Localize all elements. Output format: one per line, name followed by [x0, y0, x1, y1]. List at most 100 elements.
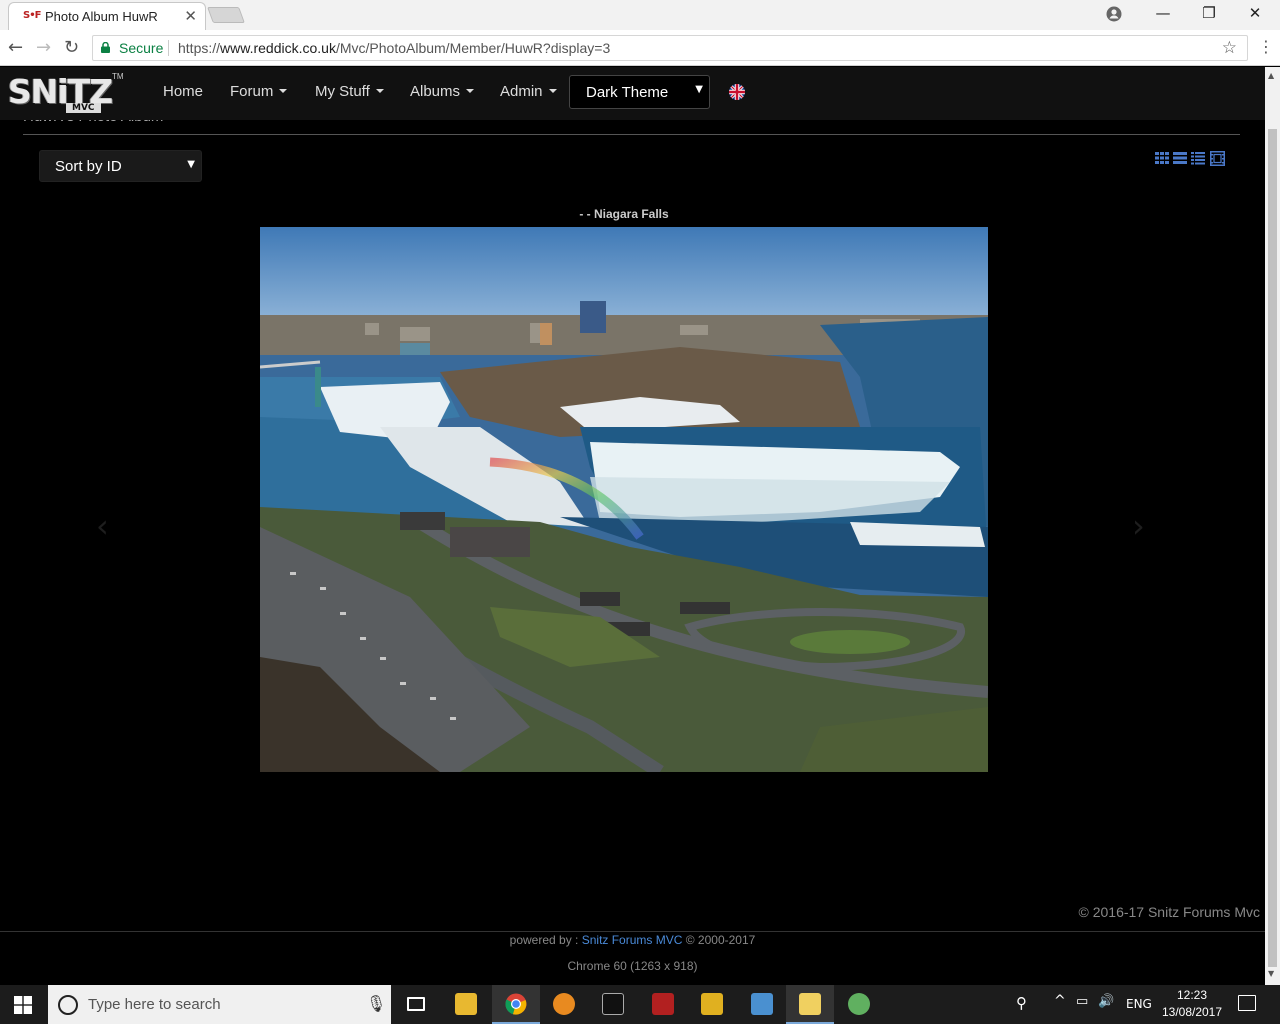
address-bar[interactable]: Secure https://www.reddick.co.uk/Mvc/Pho… — [92, 35, 1248, 61]
select-arrow-icon: ▼ — [695, 84, 703, 95]
forward-arrow-icon[interactable]: → — [36, 37, 51, 58]
nav-admin[interactable]: Admin — [500, 83, 557, 100]
taskbar-search-box[interactable]: Type here to search 🎙 — [48, 985, 391, 1024]
caret-down-icon — [548, 89, 557, 93]
theme-select[interactable]: Dark Theme ▼ — [569, 75, 710, 109]
next-photo-arrow[interactable]: › — [1132, 507, 1145, 545]
tab-close-icon[interactable]: ✕ — [184, 7, 197, 25]
sort-select-value: Sort by ID — [55, 158, 122, 175]
list-view-icon[interactable] — [1173, 151, 1188, 165]
database-icon — [848, 993, 870, 1015]
taskbar-remote-desktop[interactable] — [738, 985, 786, 1024]
profile-icon[interactable] — [1106, 6, 1122, 22]
bookmark-star-icon[interactable]: ☆ — [1222, 38, 1237, 58]
select-arrow-icon: ▼ — [187, 159, 195, 170]
back-arrow-icon[interactable]: ← — [8, 37, 23, 58]
taskbar-app-orange[interactable] — [540, 985, 588, 1024]
logo-mvc-badge: MVC — [66, 103, 101, 113]
sort-select[interactable]: Sort by ID ▼ — [39, 150, 202, 182]
nav-albums[interactable]: Albums — [410, 83, 475, 100]
url-path: /Mvc/PhotoAlbum/Member/HuwR?display=3 — [335, 40, 611, 56]
input-language[interactable]: ENG — [1126, 997, 1152, 1011]
people-icon[interactable]: ⚲ — [1016, 994, 1027, 1012]
theme-select-value: Dark Theme — [586, 84, 669, 101]
taskbar-search-placeholder: Type here to search — [88, 996, 221, 1013]
taskbar-filezilla[interactable] — [639, 985, 687, 1024]
terminal-icon — [602, 993, 624, 1015]
powered-prefix: powered by : — [509, 933, 582, 947]
grid-view-icon[interactable] — [1155, 151, 1170, 165]
browser-info: Chrome 60 (1263 x 918) — [567, 959, 698, 973]
network-icon[interactable]: ▭ — [1076, 994, 1088, 1009]
snitz-forums-link[interactable]: Snitz Forums MVC — [582, 933, 683, 947]
gear-app-icon — [553, 993, 575, 1015]
browser-tab-active[interactable]: S•F Photo Album HuwR ✕ — [8, 2, 206, 30]
logo-trademark: TM — [112, 72, 124, 81]
taskbar-archive-app[interactable] — [688, 985, 736, 1024]
chrome-menu-icon[interactable]: ⋮ — [1258, 37, 1274, 56]
powered-by-line: powered by : Snitz Forums MVC © 2000-201… — [0, 933, 1265, 947]
album-photo[interactable] — [260, 227, 988, 772]
nav-admin-label: Admin — [500, 83, 543, 100]
nav-home[interactable]: Home — [163, 83, 203, 100]
browser-toolbar: ← → ↻ Secure https://www.reddick.co.uk/M… — [0, 30, 1280, 66]
powered-suffix: © 2000-2017 — [682, 933, 756, 947]
detail-list-icon[interactable] — [1191, 151, 1206, 165]
taskbar-clock[interactable]: 12:23 13/08/2017 — [1160, 987, 1224, 1021]
page-viewport: HuwR's Photo Album SNiTZ TM MVC Home For… — [0, 67, 1265, 985]
site-navbar: SNiTZ TM MVC Home Forum My Stuff Albums … — [0, 67, 1265, 120]
copyright-text: © 2016-17 Snitz Forums Mvc — [1078, 904, 1261, 920]
clock-time: 12:23 — [1176, 988, 1208, 1002]
scroll-down-arrow-icon[interactable]: ▼ — [1268, 969, 1274, 978]
title-divider — [23, 134, 1240, 135]
photo-caption: - - Niagara Falls — [579, 207, 669, 221]
url-text[interactable]: https://www.reddick.co.uk/Mvc/PhotoAlbum… — [178, 40, 610, 56]
action-center-icon[interactable] — [1238, 995, 1256, 1011]
url-host: www.reddick.co.uk — [220, 40, 336, 56]
volume-icon[interactable]: 🔊 — [1098, 994, 1114, 1009]
view-mode-toolbar — [1155, 151, 1227, 167]
taskbar-database-app[interactable] — [835, 985, 883, 1024]
uk-flag-icon[interactable] — [729, 84, 745, 100]
tab-title: Photo Album HuwR — [45, 9, 158, 24]
taskbar-command-prompt[interactable] — [589, 985, 637, 1024]
clock-date: 13/08/2017 — [1161, 1005, 1223, 1019]
nav-forum[interactable]: Forum — [230, 83, 288, 100]
caret-down-icon — [466, 89, 475, 93]
nav-my-stuff-label: My Stuff — [315, 83, 370, 100]
task-view-button[interactable] — [392, 985, 440, 1024]
previous-photo-arrow[interactable]: ‹ — [96, 507, 109, 545]
page-scrollbar[interactable]: ▲ ▼ — [1265, 67, 1280, 985]
windows-taskbar: Type here to search 🎙 ⚲ ^ ▭ 🔊 ENG 12:23 … — [0, 985, 1280, 1024]
slideshow-view-icon[interactable] — [1210, 151, 1225, 166]
nav-my-stuff[interactable]: My Stuff — [315, 83, 384, 100]
nav-forum-label: Forum — [230, 83, 274, 100]
taskbar-file-explorer[interactable] — [442, 985, 490, 1024]
taskbar-chrome[interactable] — [492, 985, 540, 1024]
browser-tab-strip: S•F Photo Album HuwR ✕ — ❐ ✕ — [0, 0, 1280, 30]
nav-albums-label: Albums — [410, 83, 461, 100]
url-scheme: https:// — [178, 40, 221, 56]
maximize-button[interactable]: ❐ — [1186, 4, 1232, 22]
windows-start-icon[interactable] — [14, 996, 32, 1014]
chrome-icon — [505, 993, 527, 1015]
folder-icon — [455, 993, 477, 1015]
niagara-falls-photo — [260, 227, 988, 772]
snitz-logo[interactable]: SNiTZ TM MVC — [8, 72, 124, 116]
lock-icon — [101, 42, 110, 53]
minimize-button[interactable]: — — [1140, 4, 1186, 22]
filezilla-icon — [652, 993, 674, 1015]
cortana-icon — [58, 995, 78, 1015]
scroll-thumb[interactable] — [1268, 129, 1277, 967]
microphone-icon[interactable]: 🎙 — [366, 994, 386, 1013]
tray-expand-icon[interactable]: ^ — [1054, 993, 1066, 1009]
caret-down-icon — [279, 89, 288, 93]
taskbar-sticky-notes[interactable] — [786, 985, 834, 1024]
scroll-up-arrow-icon[interactable]: ▲ — [1268, 71, 1274, 80]
new-tab-button[interactable] — [207, 7, 245, 23]
footer-divider — [0, 931, 1265, 932]
window-close-button[interactable]: ✕ — [1232, 4, 1278, 22]
reload-icon[interactable]: ↻ — [64, 37, 79, 58]
caret-down-icon — [375, 89, 384, 93]
monitor-icon — [751, 993, 773, 1015]
